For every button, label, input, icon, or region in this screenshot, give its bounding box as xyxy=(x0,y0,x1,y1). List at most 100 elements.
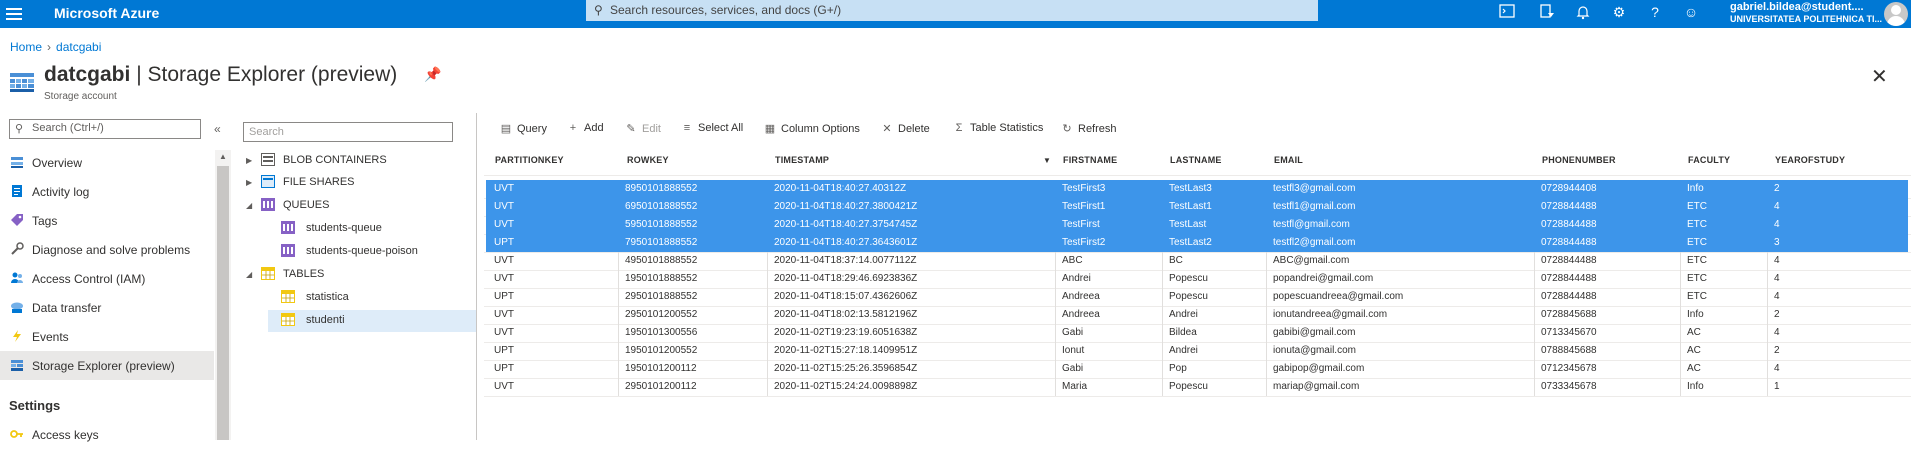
table-cell-firstname[interactable]: Maria xyxy=(1062,381,1087,392)
table-cell-partitionkey[interactable]: UPT xyxy=(494,291,514,302)
tree-search-input[interactable]: Search xyxy=(243,122,453,142)
table-cell-partitionkey[interactable]: UVT xyxy=(494,381,514,392)
table-cell-timestamp[interactable]: 2020-11-04T18:15:07.4362606Z xyxy=(774,291,917,302)
table-cell-phonenumber[interactable]: 0728844488 xyxy=(1541,273,1597,284)
table-cell-faculty[interactable]: AC xyxy=(1687,363,1701,374)
table-cell-partitionkey[interactable]: UVT xyxy=(494,201,514,212)
table-cell-rowkey[interactable]: 1950101200552 xyxy=(625,345,697,356)
nav-item-storage-explorer[interactable]: Storage Explorer (preview) xyxy=(0,351,214,380)
select-all-button[interactable]: ≡ Select All xyxy=(680,122,743,134)
table-cell-lastname[interactable]: TestLast3 xyxy=(1169,183,1212,194)
table-cell-email[interactable]: testfl3@gmail.com xyxy=(1273,183,1355,194)
table-cell-timestamp[interactable]: 2020-11-02T15:24:24.0098898Z xyxy=(774,381,917,392)
table-cell-partitionkey[interactable]: UVT xyxy=(494,327,514,338)
nav-item-tags[interactable]: Tags xyxy=(0,206,214,235)
column-options-button[interactable]: ▦ Column Options xyxy=(763,122,860,135)
table-cell-lastname[interactable]: BC xyxy=(1169,255,1183,266)
tree-item-blob-containers[interactable]: ▶ BLOB CONTAINERS xyxy=(246,150,476,172)
table-row[interactable]: UVT 1950101888552 2020-11-04T18:29:46.6923… xyxy=(486,270,1908,288)
table-cell-email[interactable]: ABC@gmail.com xyxy=(1273,255,1349,266)
table-row[interactable]: UVT 6950101888552 2020-11-04T18:40:27.3800… xyxy=(486,198,1908,216)
breadcrumb-home[interactable]: Home xyxy=(10,40,42,54)
nav-item-overview[interactable]: Overview xyxy=(0,148,214,177)
table-cell-faculty[interactable]: AC xyxy=(1687,345,1701,356)
table-cell-partitionkey[interactable]: UPT xyxy=(494,363,514,374)
tree-item-students-queue-poison[interactable]: students-queue-poison xyxy=(268,241,476,263)
table-cell-firstname[interactable]: Andreea xyxy=(1062,291,1100,302)
table-cell-phonenumber[interactable]: 0733345678 xyxy=(1541,381,1597,392)
collapse-arrow-icon[interactable]: ◢ xyxy=(246,270,252,279)
notifications-icon[interactable] xyxy=(1573,4,1593,22)
table-cell-timestamp[interactable]: 2020-11-04T18:40:27.3800421Z xyxy=(774,201,917,212)
nav-item-access-control[interactable]: Access Control (IAM) xyxy=(0,264,214,293)
table-cell-yearofstudy[interactable]: 1 xyxy=(1774,381,1780,392)
hamburger-menu-icon[interactable] xyxy=(6,5,22,23)
tree-item-queues[interactable]: ◢ QUEUES xyxy=(246,195,476,217)
table-cell-rowkey[interactable]: 7950101888552 xyxy=(625,237,697,248)
table-cell-rowkey[interactable]: 2950101200552 xyxy=(625,309,697,320)
table-cell-faculty[interactable]: AC xyxy=(1687,327,1701,338)
tree-item-statistica[interactable]: statistica xyxy=(268,287,476,309)
table-cell-email[interactable]: gabipop@gmail.com xyxy=(1273,363,1364,374)
table-cell-partitionkey[interactable]: UVT xyxy=(494,273,514,284)
table-cell-yearofstudy[interactable]: 4 xyxy=(1774,255,1780,266)
table-cell-lastname[interactable]: Andrei xyxy=(1169,309,1198,320)
table-cell-email[interactable]: ionutandreea@gmail.com xyxy=(1273,309,1387,320)
feedback-icon[interactable]: ☺ xyxy=(1681,4,1701,22)
column-header-firstname[interactable]: FIRSTNAME xyxy=(1063,155,1117,171)
table-cell-rowkey[interactable]: 6950101888552 xyxy=(625,201,697,212)
table-cell-partitionkey[interactable]: UPT xyxy=(494,237,514,248)
scroll-up-icon[interactable]: ▲ xyxy=(219,152,227,161)
table-row[interactable]: UPT 1950101200112 2020-11-02T15:25:26.3596… xyxy=(486,360,1908,378)
directory-filter-icon[interactable] xyxy=(1537,4,1557,22)
table-cell-partitionkey[interactable]: UVT xyxy=(494,309,514,320)
table-cell-lastname[interactable]: Popescu xyxy=(1169,273,1208,284)
table-cell-timestamp[interactable]: 2020-11-04T18:40:27.3754745Z xyxy=(774,219,917,230)
table-cell-rowkey[interactable]: 4950101888552 xyxy=(625,255,697,266)
table-row[interactable]: UPT 2950101888552 2020-11-04T18:15:07.4362… xyxy=(486,288,1908,306)
table-cell-lastname[interactable]: Bildea xyxy=(1169,327,1197,338)
table-cell-timestamp[interactable]: 2020-11-02T19:23:19.6051638Z xyxy=(774,327,917,338)
table-cell-firstname[interactable]: TestFirst1 xyxy=(1062,201,1105,212)
add-button[interactable]: + Add xyxy=(566,122,604,134)
table-cell-yearofstudy[interactable]: 3 xyxy=(1774,237,1780,248)
tree-item-students-queue[interactable]: students-queue xyxy=(268,218,476,240)
nav-item-data-transfer[interactable]: Data transfer xyxy=(0,293,214,322)
table-cell-faculty[interactable]: Info xyxy=(1687,381,1704,392)
query-button[interactable]: ▤ Query xyxy=(499,122,547,135)
table-cell-partitionkey[interactable]: UVT xyxy=(494,219,514,230)
nav-item-access-keys[interactable]: Access keys xyxy=(0,420,214,449)
global-search-input[interactable]: ⚲ Search resources, services, and docs (… xyxy=(586,0,1318,21)
table-cell-yearofstudy[interactable]: 4 xyxy=(1774,273,1780,284)
table-cell-lastname[interactable]: TestLast2 xyxy=(1169,237,1212,248)
delete-button[interactable]: ✕ Delete xyxy=(880,122,929,135)
table-cell-yearofstudy[interactable]: 4 xyxy=(1774,219,1780,230)
table-cell-faculty[interactable]: ETC xyxy=(1687,201,1707,212)
table-cell-phonenumber[interactable]: 0728844488 xyxy=(1541,237,1597,248)
table-cell-firstname[interactable]: Andrei xyxy=(1062,273,1091,284)
table-cell-rowkey[interactable]: 5950101888552 xyxy=(625,219,697,230)
table-cell-firstname[interactable]: Andreea xyxy=(1062,309,1100,320)
table-cell-firstname[interactable]: ABC xyxy=(1062,255,1083,266)
table-cell-faculty[interactable]: Info xyxy=(1687,309,1704,320)
table-row[interactable]: UPT 7950101888552 2020-11-04T18:40:27.3643… xyxy=(486,234,1908,252)
close-icon[interactable]: ✕ xyxy=(1871,64,1888,89)
column-header-yearofstudy[interactable]: YEAROFSTUDY xyxy=(1775,155,1845,171)
expand-arrow-icon[interactable]: ▶ xyxy=(246,156,252,165)
table-cell-email[interactable]: testfl2@gmail.com xyxy=(1273,237,1355,248)
table-cell-firstname[interactable]: Ionut xyxy=(1062,345,1084,356)
column-header-phonenumber[interactable]: PHONENUMBER xyxy=(1542,155,1616,171)
table-cell-lastname[interactable]: TestLast xyxy=(1169,219,1206,230)
table-cell-yearofstudy[interactable]: 4 xyxy=(1774,291,1780,302)
table-cell-phonenumber[interactable]: 0713345670 xyxy=(1541,327,1597,338)
table-cell-rowkey[interactable]: 1950101200112 xyxy=(625,363,697,374)
table-cell-rowkey[interactable]: 8950101888552 xyxy=(625,183,697,194)
table-cell-firstname[interactable]: TestFirst2 xyxy=(1062,237,1105,248)
settings-icon[interactable]: ⚙ xyxy=(1609,4,1629,22)
table-cell-rowkey[interactable]: 2950101888552 xyxy=(625,291,697,302)
table-cell-yearofstudy[interactable]: 2 xyxy=(1774,183,1780,194)
column-header-rowkey[interactable]: ROWKEY xyxy=(627,155,669,171)
table-cell-lastname[interactable]: Popescu xyxy=(1169,291,1208,302)
account-info[interactable]: gabriel.bildea@student.... UNIVERSITATEA… xyxy=(1730,1,1882,25)
table-row[interactable]: UVT 4950101888552 2020-11-04T18:37:14.0077… xyxy=(486,252,1908,270)
